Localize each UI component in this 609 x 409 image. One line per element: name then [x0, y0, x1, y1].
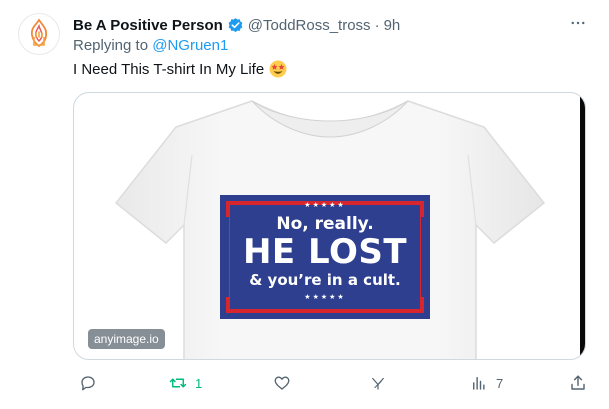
tweet-header: Be A Positive Person @ToddRoss_tross · 9…	[73, 14, 589, 36]
print-stars-bottom: ★★★★★	[304, 293, 346, 301]
more-options-button[interactable]	[567, 12, 589, 34]
shirt-print-text: ★★★★★ No, really. HE LOST & you’re in a …	[220, 195, 430, 319]
replying-to-label: Replying to	[73, 37, 153, 54]
like-button[interactable]	[273, 372, 299, 394]
views-icon	[473, 377, 485, 390]
media-edge	[580, 93, 585, 359]
image-watermark: anyimage.io	[88, 329, 165, 349]
author-display-name[interactable]: Be A Positive Person	[73, 17, 223, 34]
retweet-button[interactable]: 1	[169, 372, 202, 394]
print-line-2: HE LOST	[242, 232, 408, 272]
tweet-text-content: I Need This T-shirt In My Life	[73, 60, 265, 78]
print-stars-top: ★★★★★	[304, 201, 346, 209]
tweet-timestamp[interactable]: 9h	[384, 17, 401, 34]
tweet-text: I Need This T-shirt In My Life	[73, 60, 287, 78]
print-line-3: & you’re in a cult.	[249, 271, 401, 289]
reply-button[interactable]	[79, 372, 105, 394]
print-line-1: No, really.	[276, 214, 374, 234]
heart-icon	[274, 376, 290, 390]
star-struck-emoji	[269, 60, 287, 78]
tweet-media-image[interactable]: ★★★★★ No, really. HE LOST & you’re in a …	[73, 92, 586, 360]
retweet-icon	[169, 378, 187, 388]
views-count: 7	[496, 375, 504, 391]
more-horizontal-icon	[571, 21, 585, 25]
share-icon	[571, 375, 585, 390]
retweet-count: 1	[195, 375, 203, 391]
avatar[interactable]	[18, 13, 60, 55]
reply-mention-link[interactable]: @NGruen1	[152, 37, 228, 54]
author-handle[interactable]: @ToddRoss_tross	[248, 17, 371, 34]
header-separator: ·	[374, 16, 380, 34]
verified-badge-icon	[228, 17, 243, 32]
tweet-actions: 1 7	[73, 372, 588, 394]
reply-icon	[81, 376, 95, 391]
grok-button[interactable]	[369, 372, 395, 394]
share-button[interactable]	[569, 372, 595, 394]
views-button[interactable]: 7	[470, 372, 503, 394]
replying-to: Replying to @NGruen1	[73, 37, 228, 54]
grok-icon	[372, 377, 384, 390]
flame-hand-avatar-icon	[30, 18, 48, 48]
tweet[interactable]: Be A Positive Person @ToddRoss_tross · 9…	[0, 0, 609, 409]
